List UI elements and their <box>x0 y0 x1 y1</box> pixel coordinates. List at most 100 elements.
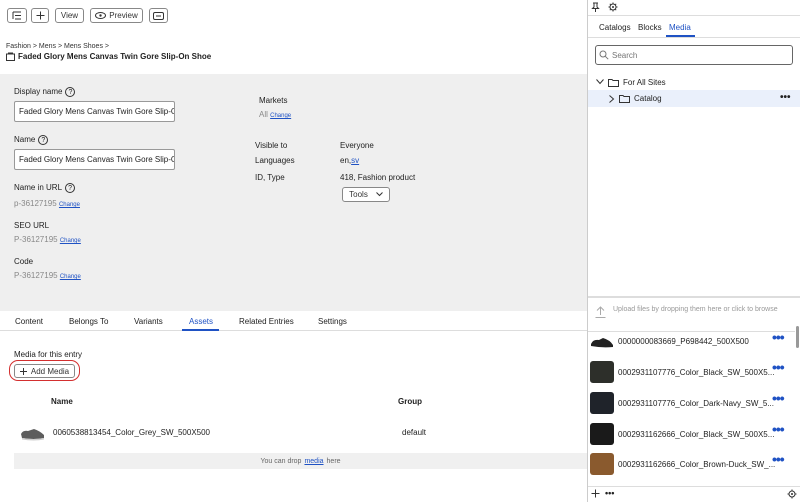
display-name-input[interactable]: Faded Glory Mens Canvas Twin Gore Slip-O… <box>14 101 175 122</box>
tree-item-catalog[interactable]: Catalog <box>588 90 800 107</box>
chevron-down-icon <box>596 79 604 85</box>
drop-media-link[interactable]: media <box>304 458 323 465</box>
code-value: P-36127195 <box>14 271 58 280</box>
more-options-icon[interactable]: ••• <box>780 92 791 103</box>
drop-text: You can drop <box>260 457 302 465</box>
more-options-icon[interactable]: ••• <box>772 390 785 406</box>
tab-variants[interactable]: Variants <box>134 317 163 326</box>
pane-splitter[interactable] <box>588 296 800 298</box>
name-in-url-row: p-36127195 Change <box>14 199 80 208</box>
more-options-icon[interactable]: ••• <box>772 421 785 437</box>
languages-label: Languages <box>255 156 295 165</box>
breadcrumb-item[interactable]: Mens <box>39 43 56 50</box>
tab-assets[interactable]: Assets <box>189 317 213 326</box>
more-options-icon[interactable]: ••• <box>605 488 614 498</box>
eye-icon <box>95 12 107 19</box>
tab-belongs-to[interactable]: Belongs To <box>69 317 108 326</box>
markets-value: All <box>259 110 268 119</box>
right-panel-divider <box>588 15 800 16</box>
id-type-value: 418, Fashion product <box>340 173 416 182</box>
change-link[interactable]: Change <box>60 238 81 244</box>
tree-view-button[interactable] <box>7 8 27 23</box>
page-title: Faded Glory Mens Canvas Twin Gore Slip-O… <box>6 52 211 61</box>
more-options-icon[interactable]: ••• <box>772 451 785 467</box>
view-button-label: View <box>60 11 79 20</box>
add-media-button[interactable]: Add Media <box>14 364 75 378</box>
search-input[interactable] <box>612 50 782 60</box>
upload-zone[interactable]: Upload files by dropping them here or cl… <box>588 300 800 330</box>
code-label: Code <box>14 257 34 266</box>
page-title-text: Faded Glory Mens Canvas Twin Gore Slip-O… <box>18 52 212 61</box>
list-item[interactable]: 0002931162666_Color_Brown-Duck_SW_... ••… <box>588 451 795 477</box>
active-tab-indicator <box>182 329 219 331</box>
language-link[interactable]: sv <box>351 156 359 165</box>
more-options-icon[interactable]: ••• <box>772 332 785 345</box>
name-in-url-label: Name in URL? <box>14 183 76 193</box>
markets-label: Markets <box>259 96 288 105</box>
visible-to-value: Everyone <box>340 141 374 150</box>
list-item[interactable]: 0000000083669_P698442_500X500 ••• <box>588 332 795 352</box>
languages-row: en,sv <box>340 156 359 165</box>
table-row[interactable]: 0060538813454_Color_Grey_SW_500X500 defa… <box>14 420 587 446</box>
list-item[interactable]: 0002931107776_Color_Black_SW_500X5... ••… <box>588 359 795 385</box>
pin-icon[interactable] <box>591 2 600 12</box>
chevron-down-icon <box>375 192 383 197</box>
tab-related-entries[interactable]: Related Entries <box>239 317 294 326</box>
shoe-thumbnail <box>590 332 614 354</box>
add-button[interactable] <box>31 8 49 23</box>
media-item-name: 0000000083669_P698442_500X500 <box>618 337 749 346</box>
breadcrumb-separator: > <box>104 43 109 50</box>
list-item[interactable]: 0002931107776_Color_Dark-Navy_SW_5... ••… <box>588 390 795 416</box>
media-item-name: 0002931162666_Color_Black_SW_500X5... <box>618 430 775 439</box>
compare-icon <box>153 11 164 20</box>
media-item-name: 0002931107776_Color_Dark-Navy_SW_5... <box>618 399 774 408</box>
tree-item-label: For All Sites <box>623 77 666 87</box>
gear-icon[interactable] <box>787 489 797 499</box>
upload-icon <box>595 306 606 318</box>
column-header-name: Name <box>51 397 73 406</box>
tools-dropdown[interactable]: Tools <box>342 187 390 202</box>
name-in-url-value: p-36127195 <box>14 199 57 208</box>
list-item[interactable]: 0002931162666_Color_Black_SW_500X5... ••… <box>588 421 795 447</box>
shoe-thumbnail <box>20 423 46 443</box>
drop-zone[interactable]: You can drop media here <box>14 453 587 469</box>
help-icon[interactable]: ? <box>38 135 49 145</box>
folder-icon <box>608 78 619 87</box>
plus-icon <box>36 11 44 20</box>
jacket-thumbnail <box>590 453 614 475</box>
tab-media[interactable]: Media <box>669 23 691 32</box>
add-media-label: Add Media <box>30 366 70 376</box>
add-icon[interactable] <box>591 489 600 498</box>
change-link[interactable]: Change <box>270 113 291 119</box>
display-name-label-text: Display name <box>14 87 63 97</box>
name-in-url-label-text: Name in URL <box>14 183 63 193</box>
help-icon[interactable]: ? <box>65 87 76 97</box>
preview-button[interactable]: Preview <box>90 8 143 23</box>
tab-content[interactable]: Content <box>15 317 43 326</box>
jacket-thumbnail <box>590 392 614 414</box>
search-icon <box>599 50 609 60</box>
view-button[interactable]: View <box>55 8 84 23</box>
change-link[interactable]: Change <box>60 274 81 280</box>
scrollbar[interactable] <box>796 326 799 348</box>
name-input[interactable]: Faded Glory Mens Canvas Twin Gore Slip-O… <box>14 149 175 170</box>
help-icon[interactable]: ? <box>65 183 76 193</box>
more-options-icon[interactable]: ••• <box>772 359 785 375</box>
tab-catalogs[interactable]: Catalogs <box>599 23 631 32</box>
languages-value: en, <box>340 156 352 165</box>
media-list: 0000000083669_P698442_500X500 ••• 000293… <box>588 332 795 485</box>
breadcrumb-item[interactable]: Fashion <box>6 43 31 50</box>
compare-button[interactable] <box>149 8 168 23</box>
visible-to-label: Visible to <box>255 141 288 150</box>
name-label: Name? <box>14 135 49 145</box>
tab-blocks[interactable]: Blocks <box>638 23 662 32</box>
change-link[interactable]: Change <box>59 202 80 208</box>
gear-icon[interactable] <box>608 2 618 12</box>
media-item-name: 0002931162666_Color_Brown-Duck_SW_... <box>618 460 776 469</box>
tab-settings[interactable]: Settings <box>318 317 347 326</box>
right-tab-bar-border <box>588 37 800 38</box>
search-box[interactable] <box>595 45 793 65</box>
breadcrumb-item[interactable]: Mens Shoes <box>64 43 103 50</box>
tree-item-for-all-sites[interactable]: For All Sites <box>596 76 800 88</box>
display-name-label: Display name? <box>14 87 76 97</box>
